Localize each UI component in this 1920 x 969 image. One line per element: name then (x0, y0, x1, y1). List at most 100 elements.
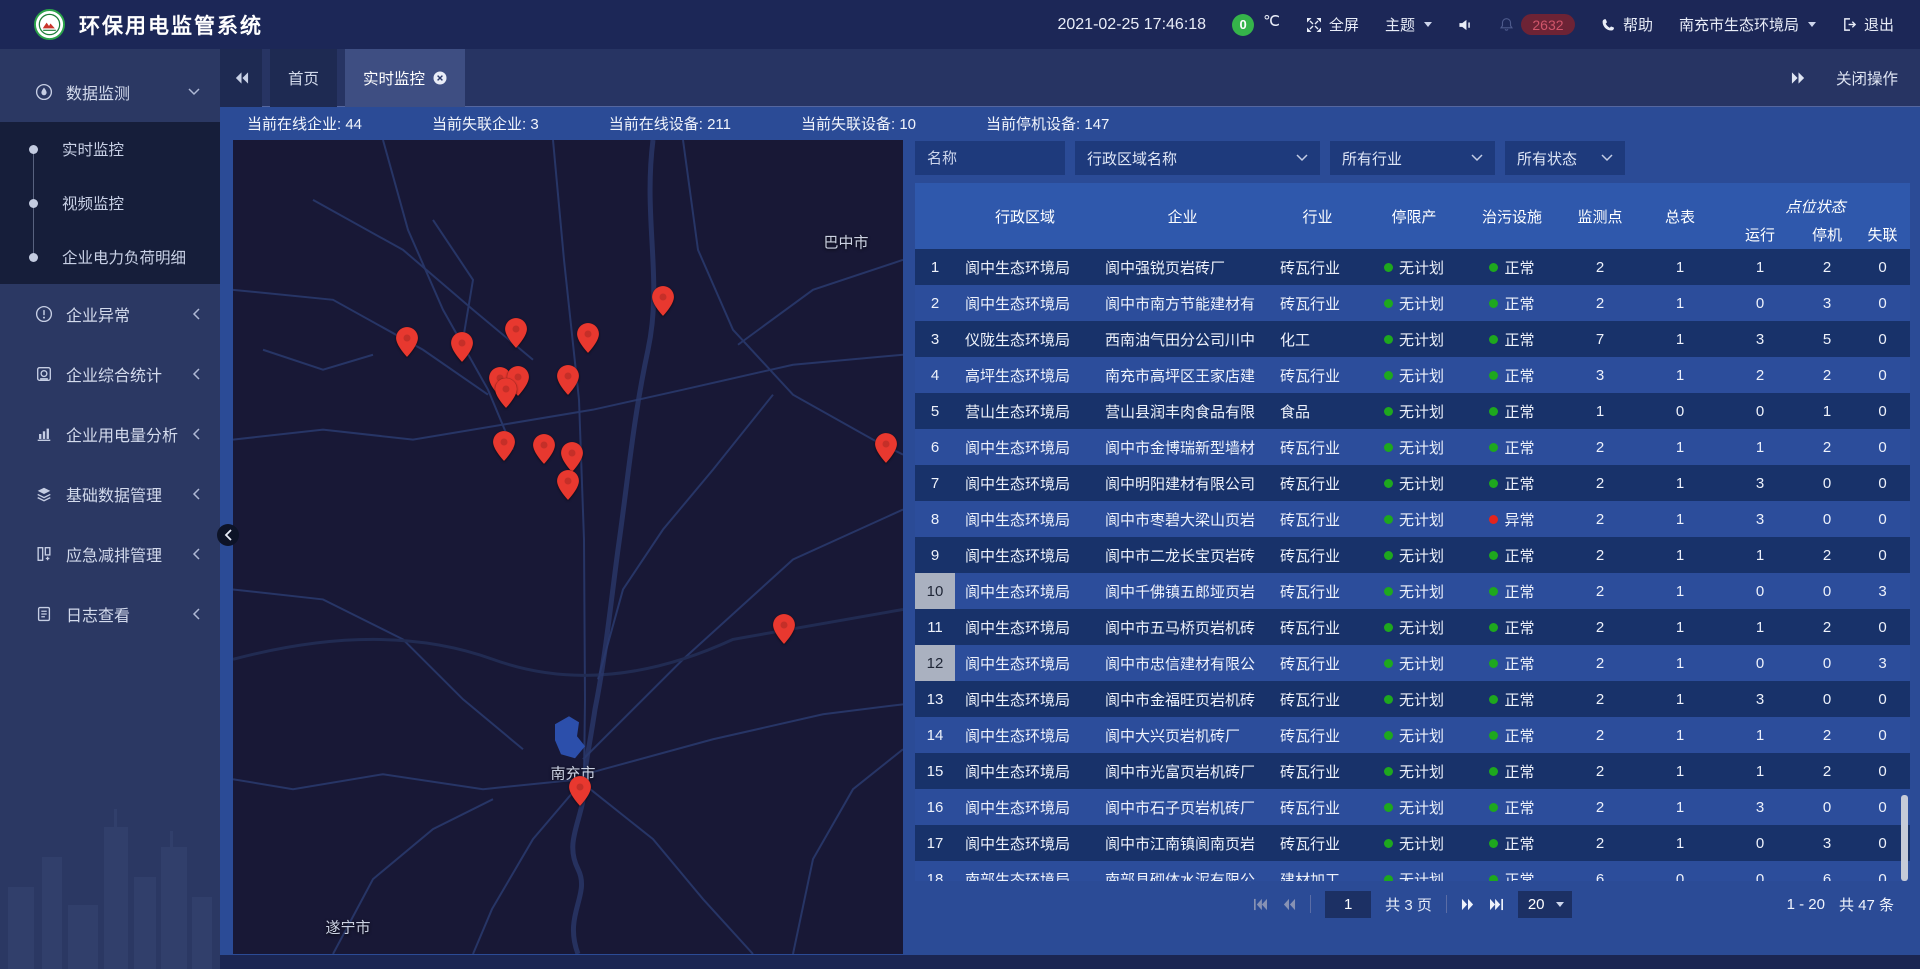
map-pin[interactable] (505, 318, 527, 348)
map-pin[interactable] (493, 431, 515, 461)
map-pin[interactable] (557, 365, 579, 395)
limit-status-text: 无计划 (1399, 293, 1444, 314)
logout-label: 退出 (1864, 14, 1894, 35)
page-size-select[interactable]: 20 (1518, 891, 1572, 918)
row-index-cell: 15 (915, 753, 955, 789)
row-stopped-cell: 3 (1799, 285, 1855, 321)
sidebar-item-power-analysis[interactable]: 企业用电量分析 (0, 404, 220, 464)
map-pin[interactable] (495, 378, 517, 408)
table-row[interactable]: 3仪陇生态环境局西南油气田分公司川中化工无计划正常71350 (915, 321, 1910, 357)
sidebar-item-log-view[interactable]: 日志查看 (0, 584, 220, 644)
map-pin[interactable] (652, 286, 674, 316)
fullscreen-button[interactable]: 全屏 (1306, 14, 1359, 35)
map-pin[interactable] (557, 470, 579, 500)
map-canvas[interactable]: 巴中市南充市遂宁市 (233, 140, 903, 954)
table-row[interactable]: 15阆中生态环境局阆中市光富页岩机砖厂砖瓦行业无计划正常21120 (915, 753, 1910, 789)
logout-button[interactable]: 退出 (1842, 14, 1894, 35)
stat-value: 3 (530, 116, 538, 133)
tabs-scroll-left-button[interactable] (220, 49, 262, 107)
sidebar-item-power-load-detail[interactable]: 企业电力负荷明细 (0, 230, 220, 284)
status-filter-select[interactable]: 所有状态 (1505, 141, 1625, 175)
map-pin[interactable] (561, 442, 583, 472)
row-monitor-count-cell: 7 (1561, 321, 1639, 357)
row-index-cell: 13 (915, 681, 955, 717)
tabs-scroll-right-button[interactable] (1791, 71, 1806, 85)
sidebar-collapse-toggle[interactable] (217, 524, 239, 546)
page-number-input[interactable] (1325, 891, 1371, 918)
enterprise-table-panel: 行政区域名称 所有行业 所有状态 (915, 140, 1910, 955)
name-filter-input[interactable] (915, 141, 1065, 175)
notifications-button[interactable]: 2632 (1499, 14, 1575, 35)
pagination-bar: 共 3 页 20 1 - 20 共 47 条 (915, 881, 1910, 927)
row-enterprise-cell: 阆中市五马桥页岩机砖 (1095, 609, 1270, 645)
map-pin[interactable] (569, 776, 591, 806)
row-stopped-cell: 5 (1799, 321, 1855, 357)
help-button[interactable]: 帮助 (1601, 14, 1653, 35)
sidebar-subitem-label: 企业电力负荷明细 (62, 246, 186, 268)
status-dot-icon (1384, 551, 1393, 560)
row-monitor-count-cell: 2 (1561, 573, 1639, 609)
row-index-cell: 11 (915, 609, 955, 645)
sidebar-item-enterprise-abnormal[interactable]: 企业异常 (0, 284, 220, 344)
sidebar-item-enterprise-stats[interactable]: 企业综合统计 (0, 344, 220, 404)
table-row[interactable]: 18南部生态环境局南部县砌体水泥有限公建材加工无计划正常60060 (915, 861, 1910, 881)
theme-menu[interactable]: 主题 (1385, 14, 1432, 35)
sidebar-item-emergency-reduction[interactable]: 应急减排管理 (0, 524, 220, 584)
map-pin[interactable] (451, 332, 473, 362)
divider (1310, 895, 1311, 913)
row-region-cell: 阆中生态环境局 (955, 285, 1095, 321)
table-row[interactable]: 17阆中生态环境局阆中市江南镇阆南页岩砖瓦行业无计划正常21030 (915, 825, 1910, 861)
table-row[interactable]: 14阆中生态环境局阆中大兴页岩机砖厂砖瓦行业无计划正常21120 (915, 717, 1910, 753)
row-industry-cell: 砖瓦行业 (1270, 285, 1365, 321)
prev-page-button[interactable] (1282, 898, 1296, 911)
map-pin[interactable] (577, 323, 599, 353)
map-pin[interactable] (533, 434, 555, 464)
table-row[interactable]: 12阆中生态环境局阆中市忠信建材有限公砖瓦行业无计划正常21003 (915, 645, 1910, 681)
sidebar-item-realtime-monitor[interactable]: 实时监控 (0, 122, 220, 176)
table-row[interactable]: 16阆中生态环境局阆中市石子页岩机砖厂砖瓦行业无计划正常21300 (915, 789, 1910, 825)
stat-item: 当前在线设备: 211 (609, 113, 731, 134)
map-pin[interactable] (875, 433, 897, 463)
row-lost-cell: 0 (1855, 753, 1910, 789)
tab-realtime-monitor[interactable]: 实时监控 (345, 49, 465, 107)
table-row[interactable]: 8阆中生态环境局阆中市枣碧大梁山页岩砖瓦行业无计划异常21300 (915, 501, 1910, 537)
table-row[interactable]: 9阆中生态环境局阆中市二龙长宝页岩砖砖瓦行业无计划正常21120 (915, 537, 1910, 573)
sidebar-item-video-monitor[interactable]: 视频监控 (0, 176, 220, 230)
row-running-cell: 1 (1721, 249, 1799, 285)
last-page-button[interactable] (1489, 898, 1504, 911)
row-running-cell: 3 (1721, 501, 1799, 537)
industry-filter-select[interactable]: 所有行业 (1330, 141, 1495, 175)
table-row[interactable]: 6阆中生态环境局阆中市金博瑞新型墙材砖瓦行业无计划正常21120 (915, 429, 1910, 465)
table-row[interactable]: 7阆中生态环境局阆中明阳建材有限公司砖瓦行业无计划正常21300 (915, 465, 1910, 501)
map-pin[interactable] (396, 327, 418, 357)
table-scrollbar-thumb[interactable] (1901, 795, 1908, 881)
org-menu[interactable]: 南充市生态环境局 (1679, 14, 1816, 35)
row-lost-cell: 0 (1855, 537, 1910, 573)
table-row[interactable]: 13阆中生态环境局阆中市金福旺页岩机砖砖瓦行业无计划正常21300 (915, 681, 1910, 717)
row-limit-status-cell: 无计划 (1365, 753, 1463, 789)
row-enterprise-cell: 阆中市石子页岩机砖厂 (1095, 789, 1270, 825)
status-dot-icon (1489, 695, 1498, 704)
tab-home[interactable]: 首页 (270, 49, 337, 107)
map-pin[interactable] (773, 614, 795, 644)
region-filter-select[interactable]: 行政区域名称 (1075, 141, 1320, 175)
first-page-button[interactable] (1253, 898, 1268, 911)
table-row[interactable]: 11阆中生态环境局阆中市五马桥页岩机砖砖瓦行业无计划正常21120 (915, 609, 1910, 645)
stat-label: 当前在线企业: (247, 116, 345, 133)
row-region-cell: 营山生态环境局 (955, 393, 1095, 429)
row-enterprise-cell: 南部县砌体水泥有限公 (1095, 861, 1270, 881)
sidebar-item-data-monitor[interactable]: 数据监测 (0, 62, 220, 122)
row-total-meter-cell: 1 (1639, 609, 1721, 645)
table-row[interactable]: 10阆中生态环境局阆中千佛镇五郎垭页岩砖瓦行业无计划正常21003 (915, 573, 1910, 609)
table-row[interactable]: 1阆中生态环境局阆中强锐页岩砖厂砖瓦行业无计划正常21120 (915, 249, 1910, 285)
close-operations-button[interactable]: 关闭操作 (1836, 67, 1898, 89)
sidebar-item-base-data[interactable]: 基础数据管理 (0, 464, 220, 524)
row-index-cell: 12 (915, 645, 955, 681)
row-stopped-cell: 0 (1799, 681, 1855, 717)
next-page-button[interactable] (1461, 898, 1475, 911)
table-row[interactable]: 2阆中生态环境局阆中市南方节能建材有砖瓦行业无计划正常21030 (915, 285, 1910, 321)
table-row[interactable]: 4高坪生态环境局南充市高坪区王家店建砖瓦行业无计划正常31220 (915, 357, 1910, 393)
table-row[interactable]: 5营山生态环境局营山县润丰肉食品有限食品无计划正常10010 (915, 393, 1910, 429)
tab-close-icon[interactable] (433, 71, 447, 85)
sound-button[interactable] (1458, 18, 1473, 32)
